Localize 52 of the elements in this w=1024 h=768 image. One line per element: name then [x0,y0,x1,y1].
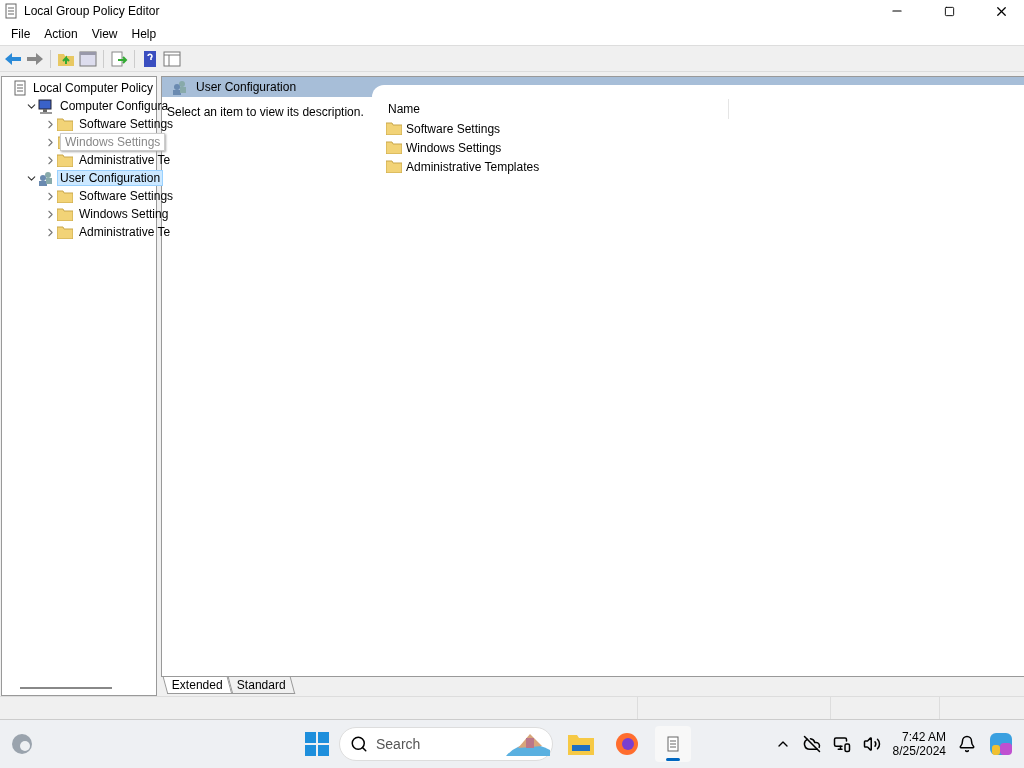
properties-icon[interactable] [163,49,181,68]
computer-icon [38,98,54,114]
tree-item[interactable]: Administrative Te [76,152,174,168]
tooltip: Windows Settings [60,133,166,151]
clock[interactable]: 7:42 AM 8/25/2024 [892,730,946,758]
folder-icon [386,160,402,173]
list-item[interactable]: Administrative Templates [380,157,1024,176]
folder-icon [386,141,402,154]
help-icon[interactable] [141,49,159,68]
users-icon [172,79,188,95]
tree-item[interactable]: Software Settings [76,116,177,132]
copilot-icon[interactable] [988,731,1014,757]
menu-item[interactable]: Action [37,26,85,41]
folder-icon [57,207,73,221]
search-field[interactable]: Search [339,727,553,761]
tree-item[interactable]: Windows Setting [76,206,172,222]
document-icon [4,3,18,19]
users-icon [38,170,54,186]
restore-icon[interactable] [943,5,955,17]
start-icon[interactable] [305,732,329,756]
document-icon [666,736,680,752]
view-tab[interactable]: Extended [162,677,232,694]
network-icon[interactable] [832,735,851,753]
search-icon [350,735,368,753]
menu-item[interactable]: File [4,26,38,41]
speaker-icon[interactable] [862,735,881,753]
folder-icon [57,189,73,203]
list-item[interactable]: Windows Settings [380,138,1024,157]
list-item[interactable]: Software Settings [380,119,1024,138]
folder-icon [57,153,73,167]
document-icon [12,80,27,96]
description-text: Select an item to view its description. [167,105,364,119]
policy-editor-icon[interactable] [655,726,691,762]
view-tab[interactable]: Standard [227,677,295,694]
detail-title: User Configuration [196,80,297,94]
notifications-icon[interactable] [958,735,976,753]
folder-icon [386,122,402,135]
tree-item[interactable]: User Configuration [57,170,164,186]
menu-item[interactable]: Help [124,26,164,41]
folder-icon [57,117,73,131]
folder-icon [57,225,73,239]
weather-icon[interactable] [10,732,34,756]
tree-toggle-icon[interactable] [79,49,97,68]
tree-item[interactable]: Administrative Te [76,224,174,240]
tree-item[interactable]: Software Settings [76,188,177,204]
cloud-off-icon[interactable] [802,735,821,753]
menu-item[interactable]: View [84,26,125,41]
export-icon[interactable] [110,49,128,68]
tree-item[interactable]: Local Computer Policy [29,80,156,96]
column-header[interactable]: Name [380,99,729,119]
scrollbar-thumb[interactable] [20,687,112,689]
window-title: Local Group Policy Editor [24,4,161,18]
